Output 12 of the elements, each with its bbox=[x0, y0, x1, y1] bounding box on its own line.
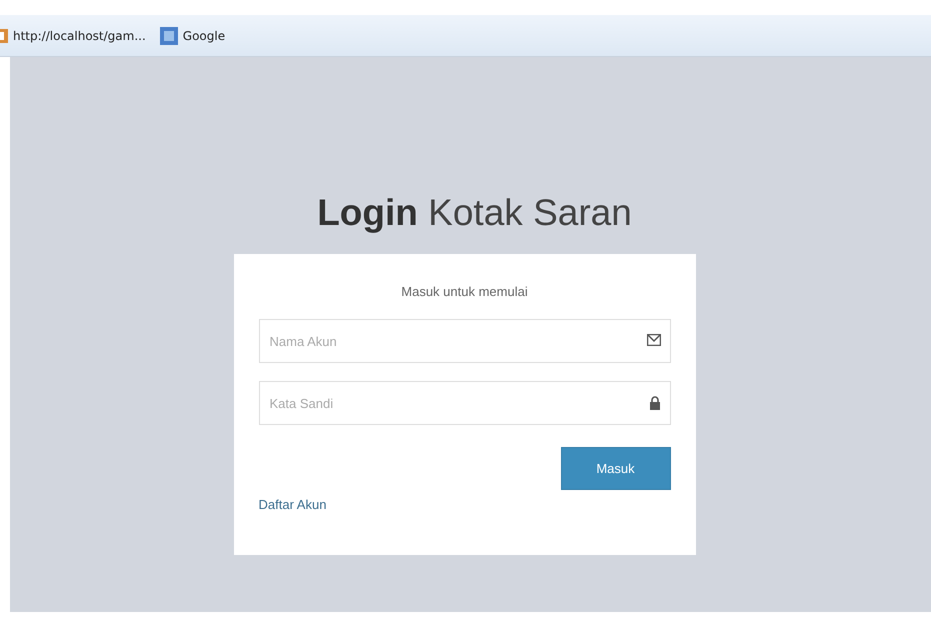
input-field[interactable]: Nama Akun bbox=[258, 319, 670, 363]
input-field[interactable]: Kata Sandi bbox=[258, 381, 670, 425]
bookmark-link[interactable]: http://localhost/gam... bbox=[0, 28, 146, 44]
bookmark-icon bbox=[160, 26, 178, 44]
bookmark-link[interactable]: Google bbox=[160, 26, 226, 44]
login-button[interactable]: Masuk bbox=[560, 447, 670, 490]
login-title: Login Kotak Saran bbox=[317, 192, 632, 234]
lock-icon bbox=[648, 396, 660, 410]
page-icon bbox=[0, 28, 8, 44]
register-link[interactable]: Daftar Akun bbox=[258, 497, 326, 512]
login-message: Masuk untuk memulai bbox=[401, 284, 528, 299]
envelope-icon bbox=[646, 334, 660, 346]
